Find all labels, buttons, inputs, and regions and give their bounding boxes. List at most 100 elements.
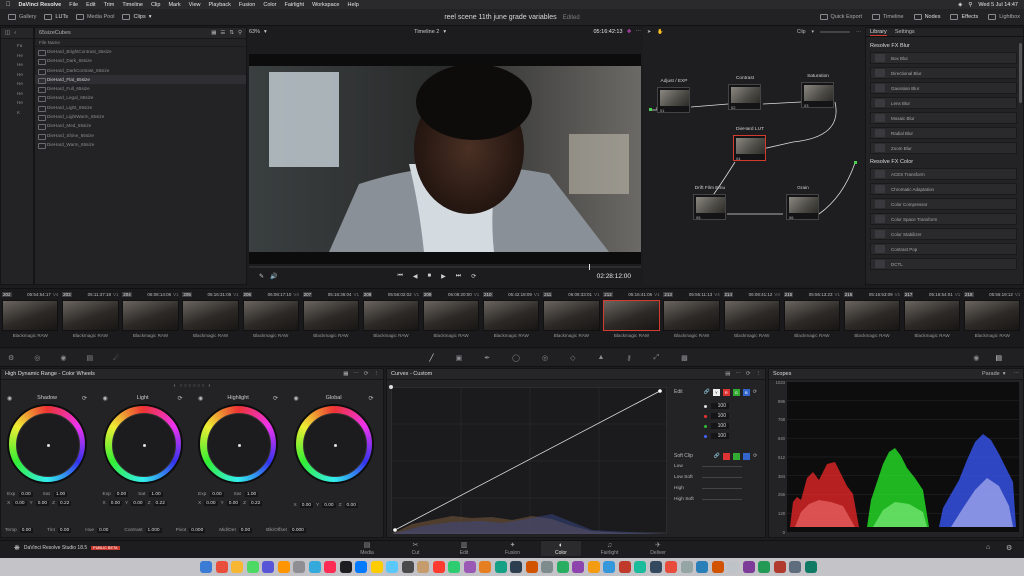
grid-view-icon[interactable]: ▦ — [211, 30, 216, 36]
viewer-timecode[interactable]: 05:16:42:13 — [594, 29, 623, 35]
effect-item[interactable]: ACES Transform — [870, 168, 1017, 180]
dock-app-icon[interactable] — [494, 561, 507, 573]
dock-app-icon[interactable] — [277, 561, 290, 573]
sat-value[interactable]: 1.00 — [53, 492, 68, 497]
wifi-icon[interactable]: ◈ — [958, 2, 962, 8]
clip-thumbnail[interactable]: 203 05:11:37:18 V1 Blackmagic RAW — [62, 291, 119, 347]
key-icon[interactable]: ⚷ — [626, 354, 631, 362]
menu-item[interactable]: Timeline — [122, 2, 143, 8]
options-icon[interactable]: ⋯ — [636, 29, 642, 35]
clip-thumbnail[interactable]: 207 05:16:36:04 V1 Blackmagic RAW — [302, 291, 360, 347]
blur-icon[interactable]: ▲ — [597, 354, 604, 361]
channel-b-button[interactable]: B — [742, 388, 750, 396]
effect-item[interactable]: Color Compressor — [870, 198, 1017, 210]
lut-item[interactable]: DieHard_Legal_65size — [35, 93, 246, 103]
clip-thumbnail[interactable]: 202 05:54:54:17 V4 Blackmagic RAW — [2, 291, 59, 347]
clip-thumbnail[interactable]: 213 05:56:11:13 V4 Blackmagic RAW — [663, 291, 720, 347]
param-value[interactable]: 0.000 — [289, 528, 306, 533]
soft-clip-slider[interactable] — [702, 477, 742, 478]
zone-selector[interactable]: ‹ ○ ○ ○ ○ ○ ○ › — [1, 380, 383, 392]
menu-item[interactable]: Fusion — [239, 2, 256, 8]
grade-node[interactable]: 05 — [693, 194, 726, 220]
dock-app-icon[interactable] — [804, 561, 817, 573]
clip-thumbnail[interactable]: 204 06:08:14:06 V1 Blackmagic RAW — [122, 291, 179, 347]
grade-node[interactable]: 01 — [657, 87, 690, 113]
color-wheel[interactable] — [102, 404, 183, 484]
page-tab-color[interactable]: ◐ Color — [541, 541, 581, 556]
menu-item[interactable]: Mark — [168, 2, 180, 8]
axis-value[interactable]: 0.00 — [344, 503, 358, 508]
video-viewer[interactable] — [249, 54, 641, 264]
dock-app-icon[interactable] — [448, 561, 460, 573]
dock-app-icon[interactable] — [711, 561, 724, 573]
intensity-value[interactable]: 100 — [711, 403, 729, 409]
dock-app-icon[interactable] — [324, 561, 336, 573]
dock-app-icon[interactable] — [789, 561, 801, 573]
effect-item[interactable]: Zoom Blur — [870, 142, 1017, 154]
axis-value[interactable]: 0.00 — [131, 501, 145, 506]
clip-thumbnail[interactable]: 206 06:08:17:10 V4 Blackmagic RAW — [242, 291, 299, 347]
param-value[interactable]: 0.00 — [19, 528, 34, 533]
options-icon[interactable]: ⋯ — [735, 371, 741, 377]
wheel-center-handle[interactable] — [47, 444, 50, 447]
menu-item[interactable]: Fairlight — [285, 2, 305, 8]
dock-app-icon[interactable] — [308, 561, 321, 573]
luts-button[interactable]: LUTs — [40, 9, 72, 26]
dock-app-icon[interactable] — [200, 561, 212, 573]
dock-app-icon[interactable] — [246, 561, 259, 573]
search-icon[interactable]: ⚲ — [238, 30, 242, 36]
dock-app-icon[interactable] — [417, 561, 429, 573]
reset-icon[interactable]: ⟳ — [746, 371, 751, 377]
sat-value[interactable]: 1.00 — [244, 492, 259, 497]
pen-icon[interactable]: ✎ — [259, 273, 264, 280]
effects-button[interactable]: Effects — [946, 9, 982, 26]
node-editor[interactable]: ➤ ✋ Clip ▾ ⋯ Adjust / EXP 01 Contrast 02 Sat… — [643, 27, 865, 285]
dock-app-icon[interactable] — [215, 561, 228, 573]
color-wheel[interactable] — [7, 404, 87, 484]
effect-item[interactable]: Gaussian Blur — [870, 82, 1017, 94]
tracker-icon[interactable]: ◎ — [542, 354, 548, 362]
tab-library[interactable]: Library — [870, 29, 887, 36]
grade-node[interactable]: 02 — [728, 84, 761, 110]
effect-item[interactable]: DCTL — [870, 258, 1017, 270]
menu-item[interactable]: Playback — [209, 2, 231, 8]
options-icon[interactable]: ⋯ — [353, 371, 359, 377]
folder-item[interactable]: He — [17, 62, 33, 72]
grade-node[interactable]: 03 — [801, 82, 834, 108]
sort-icon[interactable]: ⇅ — [229, 30, 234, 36]
effect-item[interactable]: Contrast Pop — [870, 243, 1017, 255]
soft-r-button[interactable] — [723, 452, 731, 460]
folder-item[interactable]: He — [17, 91, 33, 101]
channel-r-button[interactable]: R — [722, 388, 730, 396]
color-match-icon[interactable]: ◎ — [34, 354, 40, 362]
folder-item[interactable]: K — [17, 110, 33, 120]
folder-item[interactable]: He — [17, 100, 33, 110]
scrubber[interactable] — [249, 264, 641, 270]
clip-thumbnail[interactable]: 211 06:08:33:01 V1 Blackmagic RAW — [543, 291, 600, 347]
dock-app-icon[interactable] — [262, 561, 274, 573]
dock-app-icon[interactable] — [696, 561, 708, 573]
lut-item[interactable]: DieHard_Light_65size — [35, 103, 246, 113]
wheels-icon[interactable]: ◉ — [60, 354, 66, 362]
camera-raw-icon[interactable]: ⚙ — [8, 354, 14, 362]
prev-icon[interactable]: ‹ — [174, 383, 176, 389]
search-icon[interactable]: ⚲ — [968, 2, 972, 8]
channel-y-button[interactable]: Y — [712, 388, 720, 396]
skip-start-icon[interactable]: ⏮ — [398, 273, 403, 280]
effect-item[interactable]: Mosaic Blur — [870, 112, 1017, 124]
effect-item[interactable]: Lens Blur — [870, 97, 1017, 109]
media-pool-button[interactable]: Media Pool — [72, 9, 119, 26]
magic-mask-icon[interactable]: ◇ — [570, 354, 575, 362]
library-section-title[interactable]: Resolve FX Color — [870, 157, 1017, 168]
play-icon[interactable]: ▶ — [441, 273, 446, 280]
clip-thumbnail[interactable]: 216 05:16:53:09 V1 Blackmagic RAW — [843, 291, 901, 347]
dock-app-icon[interactable] — [665, 561, 677, 573]
dock-app-icon[interactable] — [479, 561, 491, 573]
grade-node[interactable]: 04 — [733, 135, 766, 161]
histogram-icon[interactable]: ▤ — [725, 371, 730, 377]
quick-export-button[interactable]: Quick Export — [816, 9, 866, 26]
reset-icon[interactable]: ⟳ — [753, 453, 757, 459]
chevron-icon[interactable]: ‹ — [14, 30, 16, 36]
reset-icon[interactable]: ⟳ — [177, 395, 182, 402]
stop-icon[interactable]: ■ — [428, 273, 432, 279]
